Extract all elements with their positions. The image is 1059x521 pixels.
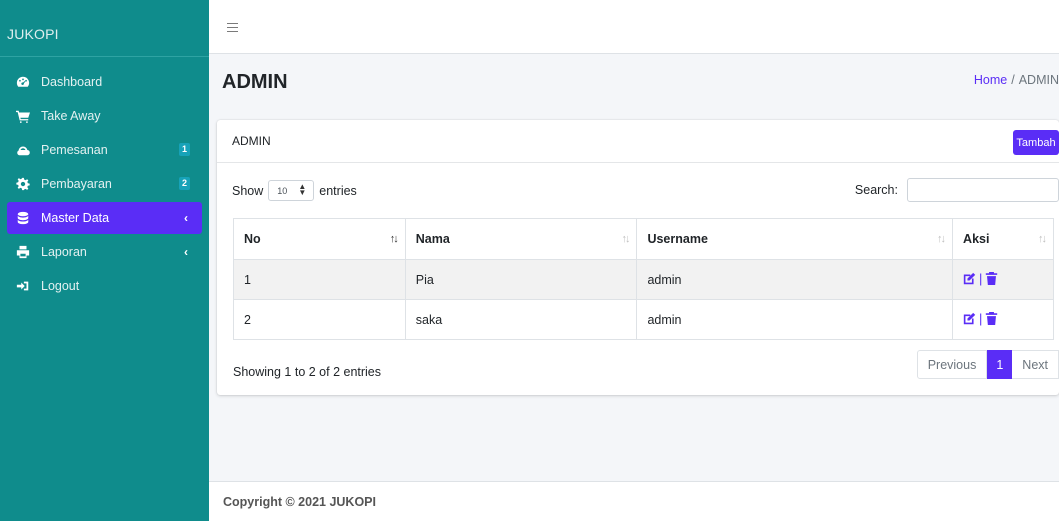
notification-badge: 2: [179, 177, 190, 190]
card-header: ADMIN Tambah: [217, 120, 1059, 163]
admin-card: ADMIN Tambah Show 10 ▲▼ entries Search:: [217, 120, 1059, 395]
notification-badge: 1: [179, 143, 190, 156]
sort-icon: ↑↓: [937, 233, 946, 245]
pagination: Previous 1 Next: [916, 350, 1059, 379]
table-row: 1 Pia admin |: [233, 259, 1054, 300]
sidebar-item-label: Take Away: [41, 109, 101, 123]
sort-icon: ↑↓: [1038, 233, 1047, 245]
add-button[interactable]: Tambah: [1013, 130, 1059, 155]
sidebar-item-pembayaran[interactable]: Pembayaran 2: [7, 168, 202, 200]
breadcrumb-current: ADMIN: [1018, 73, 1059, 87]
search-input[interactable]: [907, 178, 1059, 202]
trash-icon[interactable]: [985, 272, 998, 285]
breadcrumb-home-link[interactable]: Home: [974, 73, 1007, 87]
previous-page-button[interactable]: Previous: [916, 350, 988, 379]
copyright-text: Copyright © 2021 JUKOPI: [223, 495, 376, 509]
chevron-left-icon: ‹: [184, 245, 188, 259]
database-icon: [15, 211, 31, 225]
table-info: Showing 1 to 2 of 2 entries: [233, 365, 382, 379]
cell-username: admin: [636, 299, 954, 340]
search-box: Search:: [855, 178, 1059, 202]
column-header-nama[interactable]: Nama ↑↓: [404, 218, 638, 260]
sort-asc-icon: ↑↓: [389, 233, 399, 245]
column-header-username[interactable]: Username ↑↓: [636, 218, 954, 260]
print-icon: [15, 245, 31, 259]
sidebar-item-label: Pembayaran: [41, 177, 112, 191]
row-actions: |: [963, 311, 998, 326]
cell-nama: Pia: [404, 259, 638, 300]
page-1-button[interactable]: 1: [987, 350, 1013, 379]
top-navbar: [209, 0, 1059, 54]
sidebar-item-label: Logout: [41, 279, 80, 293]
column-header-label: No: [244, 232, 261, 246]
page-title: ADMIN: [222, 71, 288, 93]
admin-table: No ↑↓ Nama ↑↓ Username ↑↓ Aksi ↑↓ 1 Pia admi…: [233, 218, 1054, 340]
sidebar-item-label: Laporan: [41, 245, 87, 259]
sidebar-item-master-data[interactable]: Master Data ‹: [7, 202, 202, 234]
logout-icon: [15, 279, 31, 293]
search-label: Search:: [854, 183, 898, 197]
action-divider: |: [979, 271, 983, 286]
sidebar: JUKOPI Dashboard Take Away Pemesanan 1 P…: [0, 0, 209, 521]
content-wrapper: ADMIN Home / ADMIN ADMIN Tambah Show 10 ▲ ▼…: [209, 54, 1059, 481]
footer: Copyright © 2021 JUKOPI: [209, 481, 1059, 521]
sort-icon: ↑↓: [621, 233, 630, 245]
datatable-controls: Show 10 ▲ ▼ entries Search:: [217, 163, 1059, 207]
next-page-button[interactable]: Next: [1012, 350, 1059, 379]
app: JUKOPI Dashboard Take Away Pemesanan 1 P…: [0, 0, 1059, 521]
select-arrows-icon: ▲ ▼: [298, 182, 307, 197]
trash-icon[interactable]: [985, 312, 998, 325]
edit-icon[interactable]: [963, 312, 976, 325]
sidebar-nav: Dashboard Take Away Pemesanan 1 Pembayar…: [0, 57, 209, 302]
cell-no: 1: [233, 259, 406, 300]
sidebar-item-dashboard[interactable]: Dashboard: [7, 66, 202, 98]
sidebar-item-take-away[interactable]: Take Away: [7, 100, 202, 132]
column-header-aksi[interactable]: Aksi ↑↓: [952, 218, 1054, 260]
table-row: 2 saka admin |: [233, 299, 1054, 340]
cloud-icon: [15, 143, 31, 157]
entries-label: entries: [319, 183, 357, 198]
menu-toggle-icon[interactable]: [227, 23, 238, 32]
show-label: Show: [232, 183, 264, 198]
cog-icon: [15, 177, 31, 191]
sidebar-item-label: Dashboard: [41, 75, 103, 89]
column-header-label: Aksi: [963, 232, 990, 246]
column-header-label: Username: [647, 232, 708, 246]
sidebar-item-logout[interactable]: Logout: [7, 270, 202, 302]
breadcrumb-separator: /: [1011, 73, 1015, 87]
cell-actions: |: [952, 299, 1054, 340]
action-divider: |: [979, 311, 983, 326]
brand-logo[interactable]: JUKOPI: [0, 0, 209, 57]
sidebar-item-pemesanan[interactable]: Pemesanan 1: [7, 134, 202, 166]
cell-actions: |: [952, 259, 1054, 300]
table-header-row: No ↑↓ Nama ↑↓ Username ↑↓ Aksi ↑↓: [233, 218, 1054, 260]
edit-icon[interactable]: [963, 272, 976, 285]
dashboard-icon: [15, 75, 31, 89]
column-header-no[interactable]: No ↑↓: [233, 218, 406, 260]
sidebar-item-label: Master Data: [41, 211, 110, 225]
entries-length-select[interactable]: 10 ▲ ▼: [268, 180, 315, 201]
sidebar-item-laporan[interactable]: Laporan ‹: [7, 236, 202, 268]
cell-nama: saka: [404, 299, 638, 340]
cell-no: 2: [233, 299, 406, 340]
sidebar-item-label: Pemesanan: [41, 143, 108, 157]
cell-username: admin: [636, 259, 954, 300]
card-title: ADMIN: [232, 134, 271, 148]
cart-icon: [15, 109, 31, 123]
column-header-label: Nama: [415, 232, 450, 246]
entries-length: Show 10 ▲ ▼ entries: [232, 180, 357, 201]
breadcrumb: Home / ADMIN: [964, 73, 1059, 87]
entries-length-value: 10: [277, 185, 288, 196]
row-actions: |: [963, 271, 998, 286]
chevron-left-icon: ‹: [184, 211, 188, 225]
